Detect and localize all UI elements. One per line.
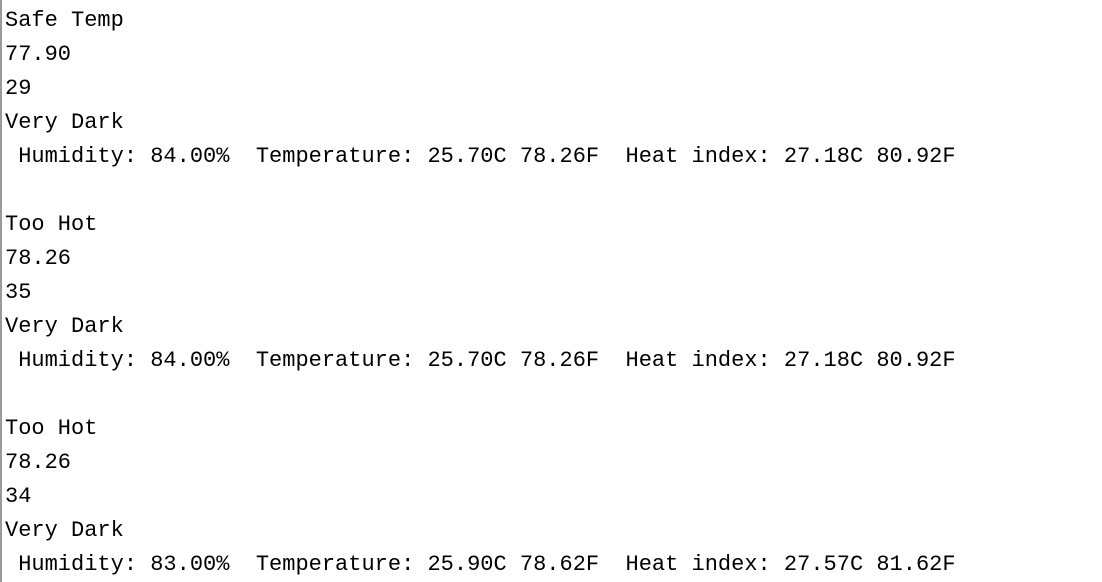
temperature-value: 78.26 [5,246,72,271]
light-label: Very Dark [5,314,124,339]
temperature-value: 77.90 [5,42,72,67]
sensor-reading-line: Humidity: 83.00% Temperature: 25.90C 78.… [5,552,956,577]
console-text-area: Safe Temp 77.90 29 Very Dark Humidity: 8… [5,4,956,582]
light-value: 34 [5,484,32,509]
light-label: Very Dark [5,518,124,543]
status-label: Too Hot [5,416,98,441]
light-value: 29 [5,76,32,101]
sensor-reading-line: Humidity: 84.00% Temperature: 25.70C 78.… [5,144,956,169]
temperature-value: 78.26 [5,450,72,475]
status-label: Safe Temp [5,8,124,33]
light-value: 35 [5,280,32,305]
light-label: Very Dark [5,110,124,135]
serial-monitor-output: Safe Temp 77.90 29 Very Dark Humidity: 8… [0,0,1102,582]
sensor-reading-line: Humidity: 84.00% Temperature: 25.70C 78.… [5,348,956,373]
status-label: Too Hot [5,212,98,237]
